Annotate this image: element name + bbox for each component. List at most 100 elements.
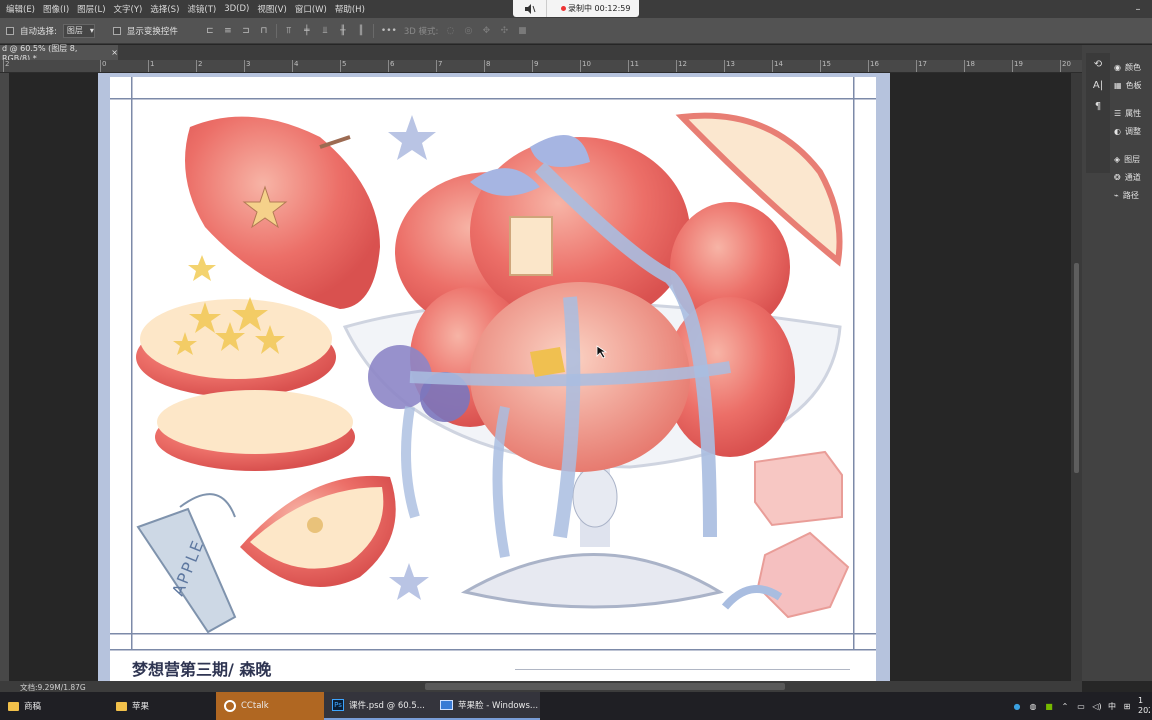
scroll-thumb[interactable] [1074,263,1079,473]
auto-select-dropdown[interactable]: 图层 ▾ [62,23,95,38]
more-options-icon[interactable]: ••• [380,26,398,36]
ruler-tick [676,60,677,72]
distribute-top-icon[interactable]: ⫪ [283,26,295,36]
taskbar-item-shanggao[interactable]: 商稿 [0,692,108,720]
ruler-tick-label: 14 [774,60,783,68]
apple-illustration: APPLE 梦想营第三期/ 森晚 [110,77,876,681]
menu-image[interactable]: 图像(I) [39,3,73,15]
character-icon[interactable]: A| [1086,80,1110,91]
menu-filter[interactable]: 滤镜(T) [183,3,220,15]
recording-time: 录制中 00:12:59 [568,4,631,13]
3d-orbit-icon[interactable]: ◌ [444,26,456,36]
panel-label: 调整 [1124,127,1141,136]
vertical-scrollbar[interactable] [1071,73,1082,681]
clock[interactable]: 1 202 [1138,696,1150,716]
ruler-tick-label: 18 [966,60,975,68]
ruler-tick [628,60,629,72]
align-top-icon[interactable]: ⊓ [258,26,270,36]
panel-channels[interactable]: ❂ 通道 [1114,169,1152,186]
menu-window[interactable]: 窗口(W) [291,3,331,15]
window-controls: – [1124,0,1152,18]
taskbar-label: CCtalk [241,701,269,711]
distribute-bottom-icon[interactable]: ⫫ [319,26,331,36]
ruler-tick [868,60,869,72]
vertical-ruler [0,73,9,681]
input-mode-icon[interactable]: ⊞ [1122,702,1132,711]
horizontal-ruler: 2 0 1 2 3 4 5 6 7 8 9 10 11 12 13 14 15 16 17 18 19 20 [0,60,1082,73]
system-tray: ● ◍ ■ ⌃ ▭ ◁) 中 ⊞ 1 202 [1012,692,1152,720]
ruler-tick [1012,60,1013,72]
separator [372,23,374,38]
panel-layers[interactable]: ◈ 图层 [1114,151,1152,168]
history-icon[interactable]: ⟲ [1086,59,1110,70]
menu-type[interactable]: 文字(Y) [110,3,147,15]
panel-label: 图层 [1124,155,1141,164]
close-tab-icon[interactable]: × [111,48,118,57]
minimize-icon[interactable]: – [1124,0,1152,18]
panel-properties[interactable]: ☰ 属性 [1114,105,1152,122]
menu-layer[interactable]: 图层(L) [73,3,109,15]
menu-edit[interactable]: 编辑(E) [2,3,39,15]
tray-chevron-icon[interactable]: ⌃ [1060,702,1070,711]
nvidia-icon[interactable]: ■ [1044,702,1054,711]
taskbar-item-apple-folder[interactable]: 苹果 [108,692,216,720]
edge-icon[interactable]: ● [1012,702,1022,711]
paths-icon: ⌁ [1114,191,1119,200]
auto-select-checkbox[interactable] [6,26,14,35]
align-left-icon[interactable]: ⊏ [204,26,216,36]
3d-pan-icon[interactable]: ✥ [480,26,492,36]
ruler-tick-label: 10 [582,60,591,68]
auto-select-value: 图层 [66,26,83,35]
ruler-tick-label: 3 [246,60,251,68]
panel-paths[interactable]: ⌁ 路径 [1114,187,1152,204]
security-icon[interactable]: ◍ [1028,702,1038,711]
ime-indicator[interactable]: 中 [1108,701,1116,712]
panel-color[interactable]: ◉ 颜色 [1114,59,1152,76]
canvas-workspace[interactable]: APPLE 梦想营第三期/ 森晚 [9,73,1071,681]
align-right-icon[interactable]: ⊐ [240,26,252,36]
right-panel-dock: ⟲ A| ¶ ◉ 颜色 ▦ 色板 ☰ 属性 ◐ 调整 ◈ 图层 ❂ 通道 ⌁ 路径 [1082,45,1152,681]
align-hcenter-icon[interactable]: ≡ [222,26,234,36]
3d-roll-icon[interactable]: ◎ [462,26,474,36]
cctalk-icon [224,700,236,712]
recording-indicator[interactable]: 录制中 00:12:59 [513,0,639,17]
panel-swatches[interactable]: ▦ 色板 [1114,77,1152,94]
network-icon[interactable]: ▭ [1076,702,1086,711]
horizontal-scrollbar[interactable] [425,683,785,690]
ruler-tick-label: 12 [678,60,687,68]
menu-3d[interactable]: 3D(D) [220,4,253,14]
3d-scale-icon[interactable]: ■ [516,26,528,36]
ruler-tick [820,60,821,72]
folder-icon [116,701,127,711]
ruler-tick [916,60,917,72]
paragraph-icon[interactable]: ¶ [1086,101,1110,112]
ruler-tick-label: 5 [342,60,347,68]
ruler-tick [292,60,293,72]
show-transform-checkbox[interactable] [112,26,121,35]
panel-label: 属性 [1125,109,1142,118]
panel-adjustments[interactable]: ◐ 调整 [1114,123,1152,140]
distribute-right-icon[interactable]: ║ [355,26,367,36]
menu-select[interactable]: 选择(S) [146,3,183,15]
taskbar-item-photoshop[interactable]: Ps 课件.psd @ 60.5... [324,692,432,720]
ruler-tick-label: 19 [1014,60,1023,68]
volume-icon[interactable]: ◁) [1092,702,1102,711]
properties-icon: ☰ [1114,109,1122,118]
distribute-left-icon[interactable]: ╫ [337,26,349,36]
chevron-down-icon: ▾ [89,26,94,35]
speaker-icon[interactable] [513,0,547,17]
document-canvas[interactable]: APPLE 梦想营第三期/ 森晚 [98,73,890,681]
3d-slide-icon[interactable]: ✣ [498,26,510,36]
menu-view[interactable]: 视图(V) [253,3,290,15]
ruler-tick [3,60,4,72]
options-bar: 自动选择: 图层 ▾ 显示变换控件 ⊏ ≡ ⊐ ⊓ ⫪ ╪ ⫫ ╫ ║ ••• 3… [0,18,1152,44]
menu-help[interactable]: 帮助(H) [331,3,369,15]
ruler-tick [196,60,197,72]
document-tab[interactable]: d @ 60.5% (图层 8, RGB/8) * × [0,44,118,63]
distribute-vcenter-icon[interactable]: ╪ [301,26,313,36]
photoshop-icon: Ps [332,699,344,711]
ruler-tick [724,60,725,72]
move-cursor-icon [596,345,608,359]
taskbar-item-photos[interactable]: 苹果脸 - Windows... [432,692,540,720]
taskbar-item-cctalk[interactable]: CCtalk [216,692,324,720]
